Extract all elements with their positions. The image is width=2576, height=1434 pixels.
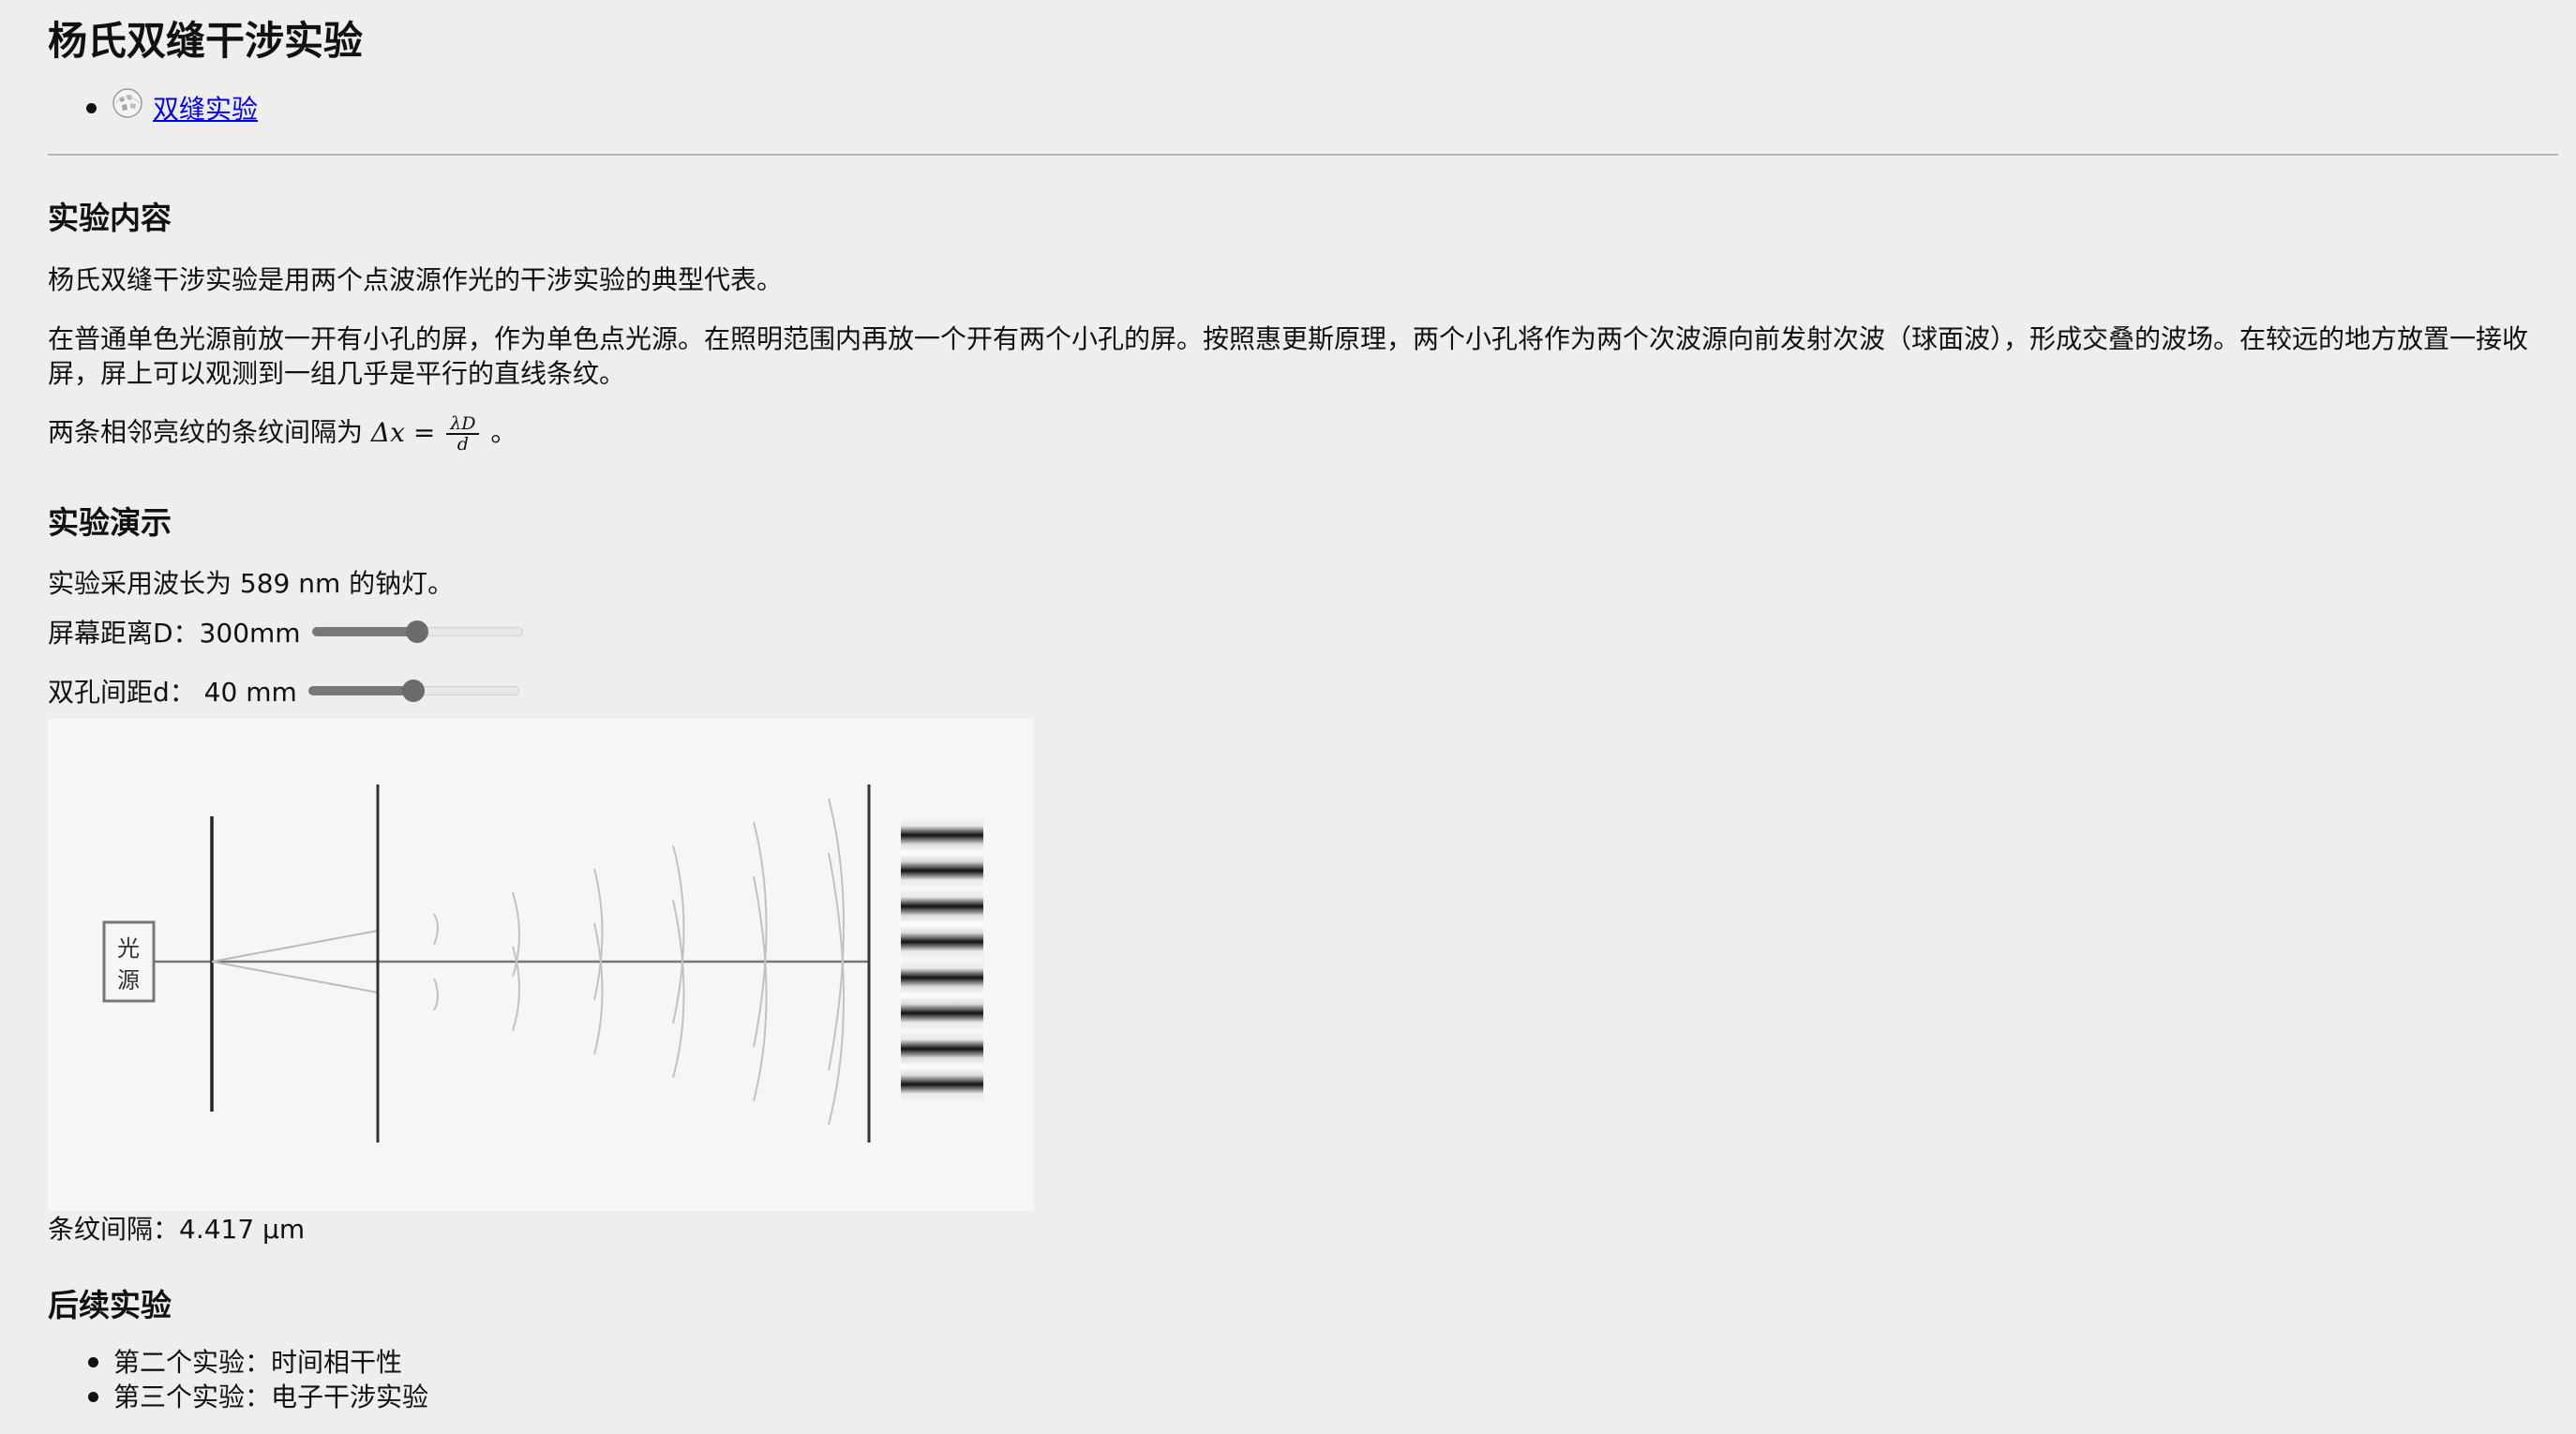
fringe-band [901,1031,983,1102]
fringe-pattern [901,817,983,1102]
list-item: 第二个实验：时间相干性 [88,1345,428,1380]
formula-prefix: 两条相邻亮纹的条纹间隔为 [48,416,364,448]
wavefront-arc [672,899,685,1079]
slider-thumb[interactable] [402,680,426,702]
section-heading-demo: 实验演示 [48,504,172,541]
bullet [88,1392,98,1402]
formula-fraction: λD d [446,414,480,455]
slider-row-screen-distance: 屏幕距离D：300mm [48,613,523,650]
slider-row-hole-spacing: 双孔间距d： 40 mm [48,672,519,710]
screen-distance-slider[interactable] [311,620,523,643]
formula-suffix: 。 [490,416,517,448]
description-paragraph: 在普通单色光源前放一开有小孔的屏，作为单色点光源。在照明范围内再放一个开有两个小… [48,323,2529,389]
formula-paragraph: 两条相邻亮纹的条纹间隔为 Δx = λD d 。 [48,414,517,454]
slider-thumb[interactable] [406,620,429,643]
wavefront-arc [433,978,439,1011]
demo-canvas: 光 源 [48,719,1034,1211]
section-heading-followup: 后续实验 [48,1287,172,1323]
fringe-spacing-readout: 条纹间隔：4.417 μm [48,1214,306,1245]
section-heading-content: 实验内容 [48,200,172,236]
list-item: 第三个实验：电子干涉实验 [88,1380,429,1414]
formula-numerator: λD [446,414,480,435]
light-source-label-1: 光 [117,935,140,962]
divider [48,154,2558,156]
formula-denominator: d [457,434,469,455]
followup-item: 第二个实验：时间相干性 [113,1347,403,1378]
formula-lhs: Δx = [370,416,436,448]
hole-spacing-slider[interactable] [307,680,519,702]
followup-list: 第二个实验：时间相干性 第三个实验：电子干涉实验 [48,1345,428,1414]
wikipedia-globe-icon [112,88,142,118]
link-list: 双缝实验 [48,88,258,127]
slider-fill [307,686,414,695]
wiki-link-double-slit[interactable]: 双缝实验 [153,94,258,125]
followup-item: 第三个实验：电子干涉实验 [113,1382,429,1412]
wavefront-arc [433,913,439,946]
fringe-band [901,889,983,960]
slider-label-screen-distance: 屏幕距离D：300mm [48,618,301,649]
wavefront-arc [512,946,520,1032]
page-title: 杨氏双缝干涉实验 [48,18,364,64]
wavefront-arc [593,922,604,1055]
bullet [86,103,97,113]
intro-paragraph: 杨氏双缝干涉实验是用两个点波源作光的干涉实验的典型代表。 [48,264,784,295]
wavefront-arc [753,821,768,1048]
fringe-band [901,817,983,889]
ray-upper [211,930,379,963]
slider-label-hole-spacing: 双孔间距d： 40 mm [48,677,297,708]
wavefront-arc [753,875,768,1102]
interference-diagram: 光 源 [102,784,983,1143]
bullet [88,1357,98,1367]
list-item: 双缝实验 [86,88,258,127]
wavefront-arc [593,868,604,1001]
formula: Δx = λD d [370,414,490,454]
ray-lower [211,961,379,993]
demo-intro: 实验采用波长为 589 nm 的钠灯。 [48,568,455,599]
light-source-label-2: 源 [117,967,140,993]
wavefront-arc [512,891,520,978]
wavefront-arc [672,844,685,1024]
fringe-band [901,960,983,1031]
slider-fill [311,627,418,636]
